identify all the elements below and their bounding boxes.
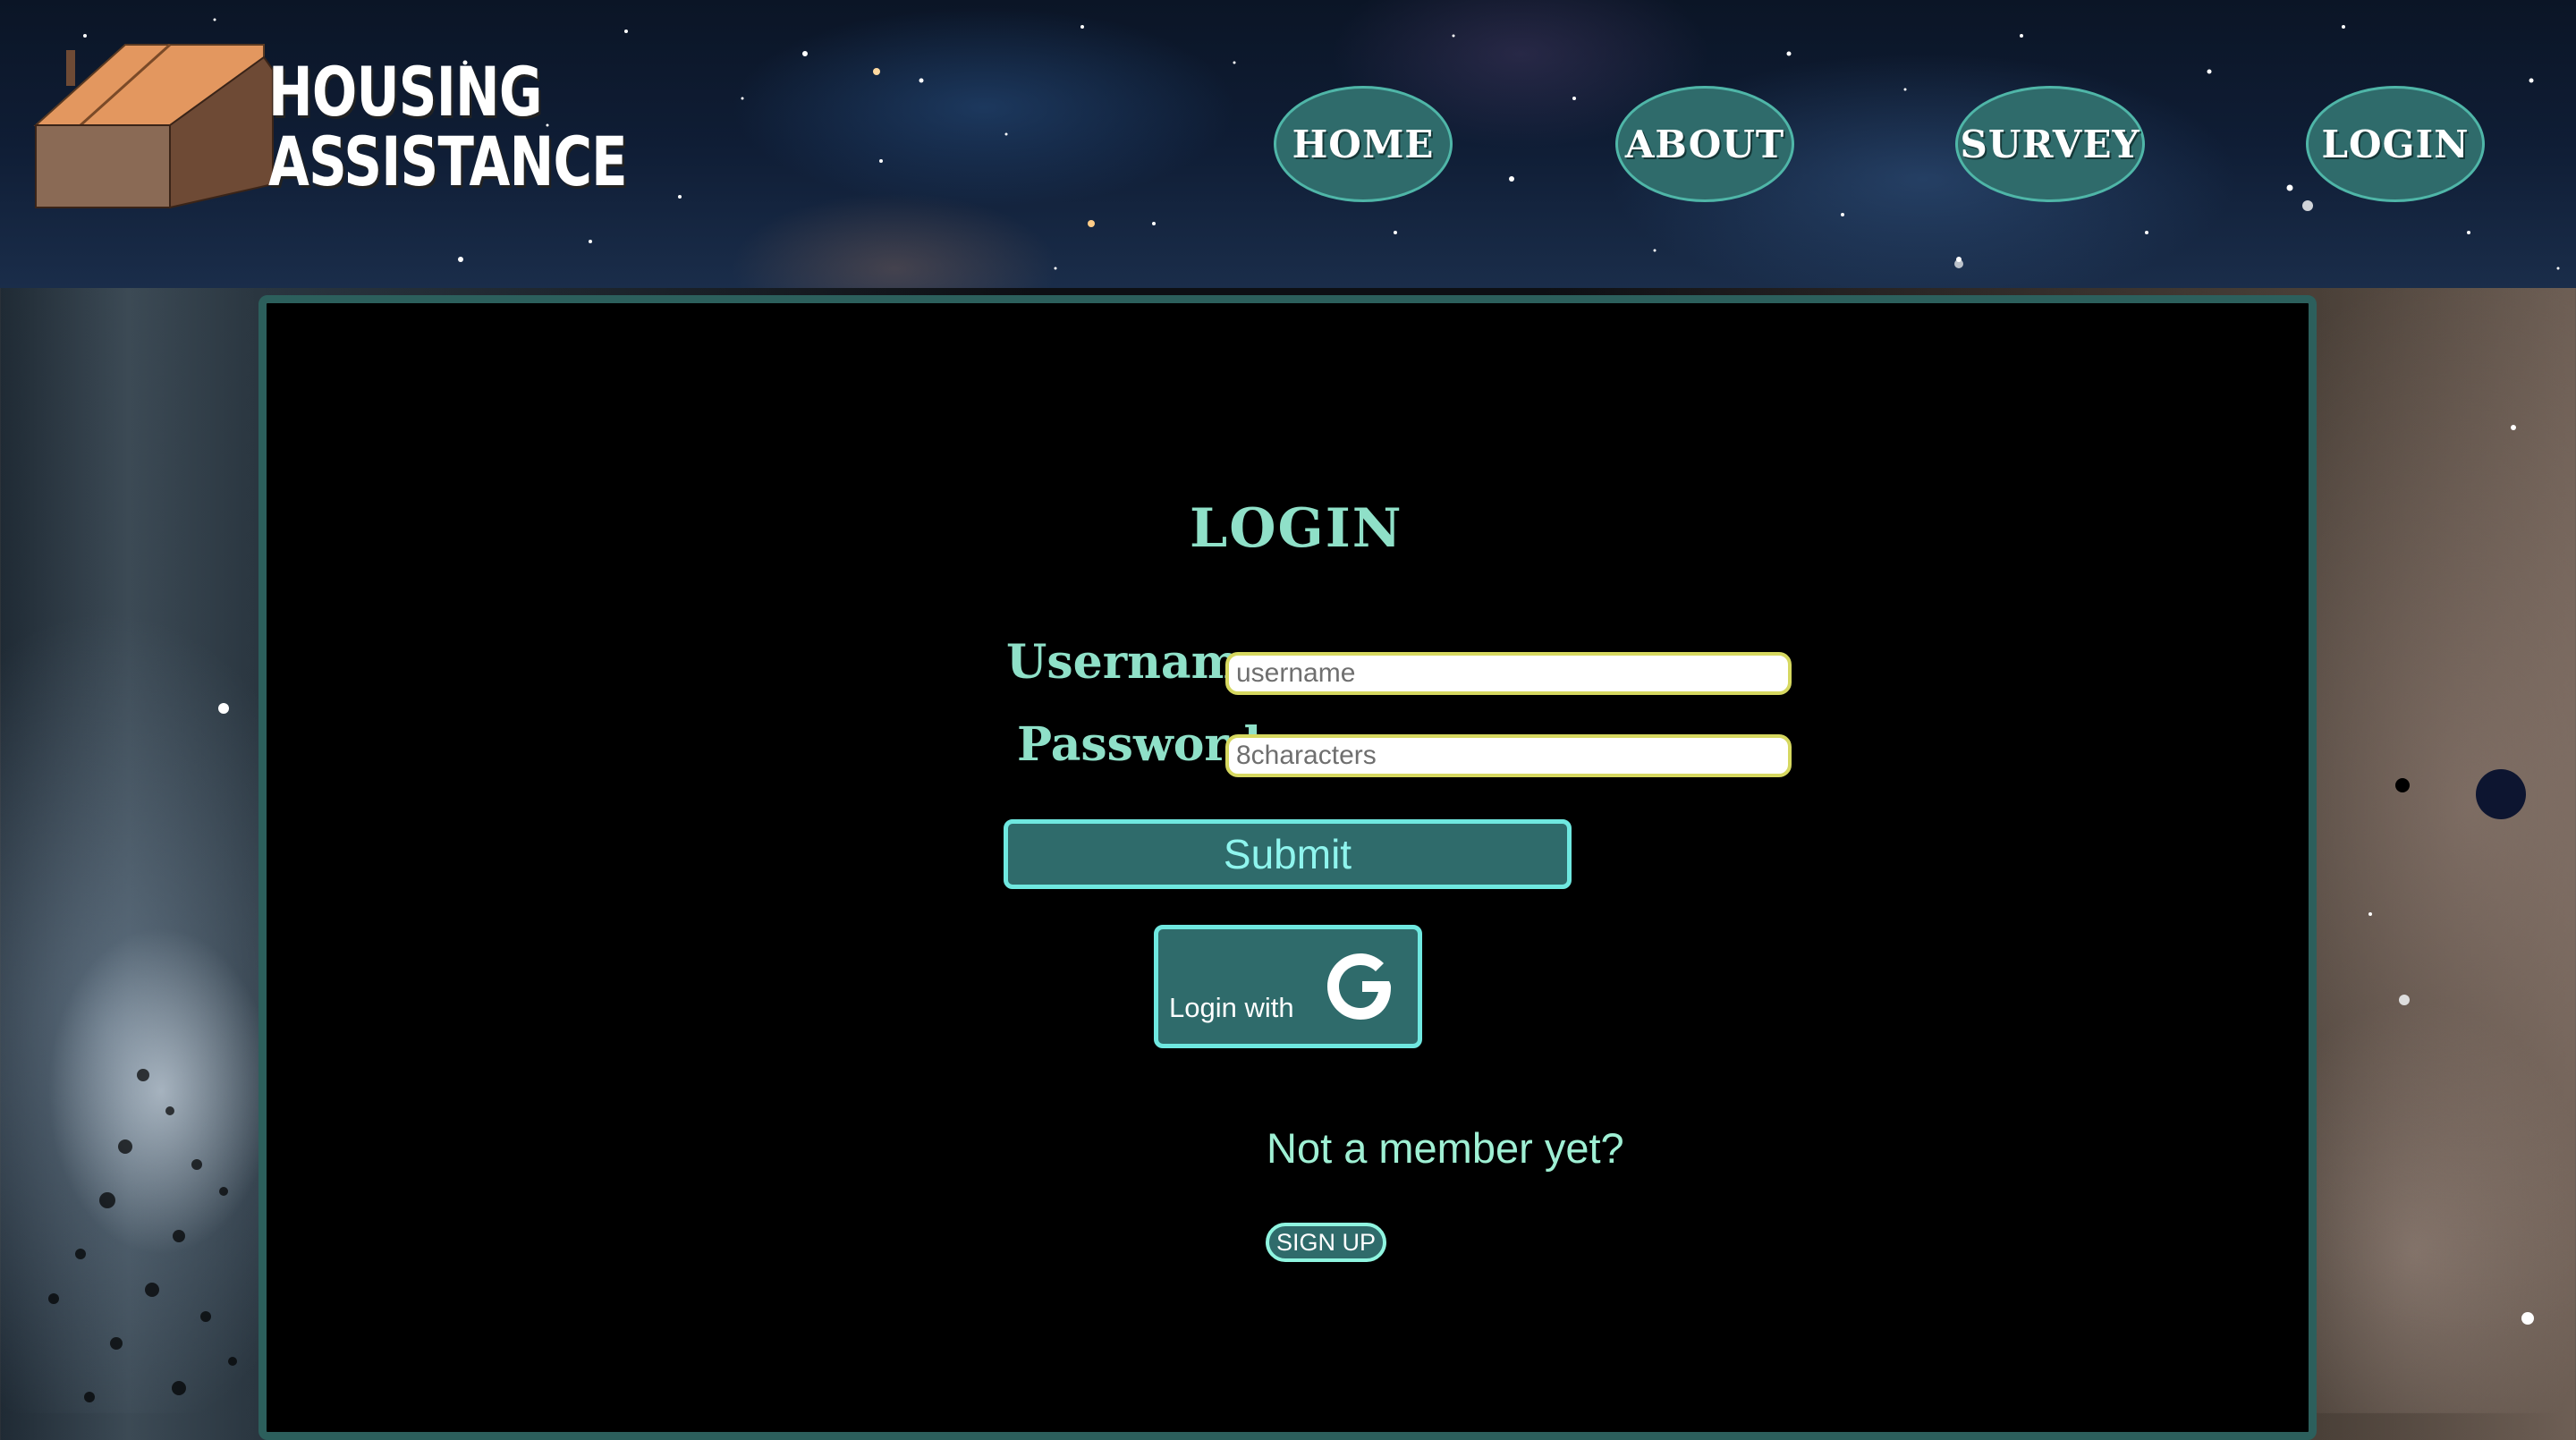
nav-about-button[interactable]: ABOUT <box>1615 86 1794 202</box>
not-a-member-text: Not a member yet? <box>1267 1124 1624 1172</box>
logo-line-1: HOUSING <box>268 52 542 131</box>
site-header: HOUSING ASSISTANCE HOME ABOUT SURVEY LOG… <box>0 0 2576 288</box>
nav-survey-button[interactable]: SURVEY <box>1955 86 2145 202</box>
nav-login-button[interactable]: LOGIN <box>2306 86 2485 202</box>
submit-button[interactable]: Submit <box>1004 819 1572 889</box>
sign-up-button[interactable]: SIGN UP <box>1266 1223 1386 1262</box>
nebula-left-decoration <box>48 703 237 1402</box>
google-g-icon <box>1327 953 1391 1020</box>
logo-line-2: ASSISTANCE <box>268 122 628 201</box>
logo-wordmark[interactable]: HOUSING ASSISTANCE <box>268 52 628 201</box>
login-with-google-button[interactable]: Login with <box>1154 925 1422 1048</box>
login-heading: LOGIN <box>1190 497 1403 560</box>
nav-home-button[interactable]: HOME <box>1274 86 1453 202</box>
password-input[interactable] <box>1225 734 1792 777</box>
username-input[interactable] <box>1225 652 1792 695</box>
google-button-label: Login with <box>1169 992 1294 1023</box>
nebula-right-decoration <box>2368 425 2534 1325</box>
